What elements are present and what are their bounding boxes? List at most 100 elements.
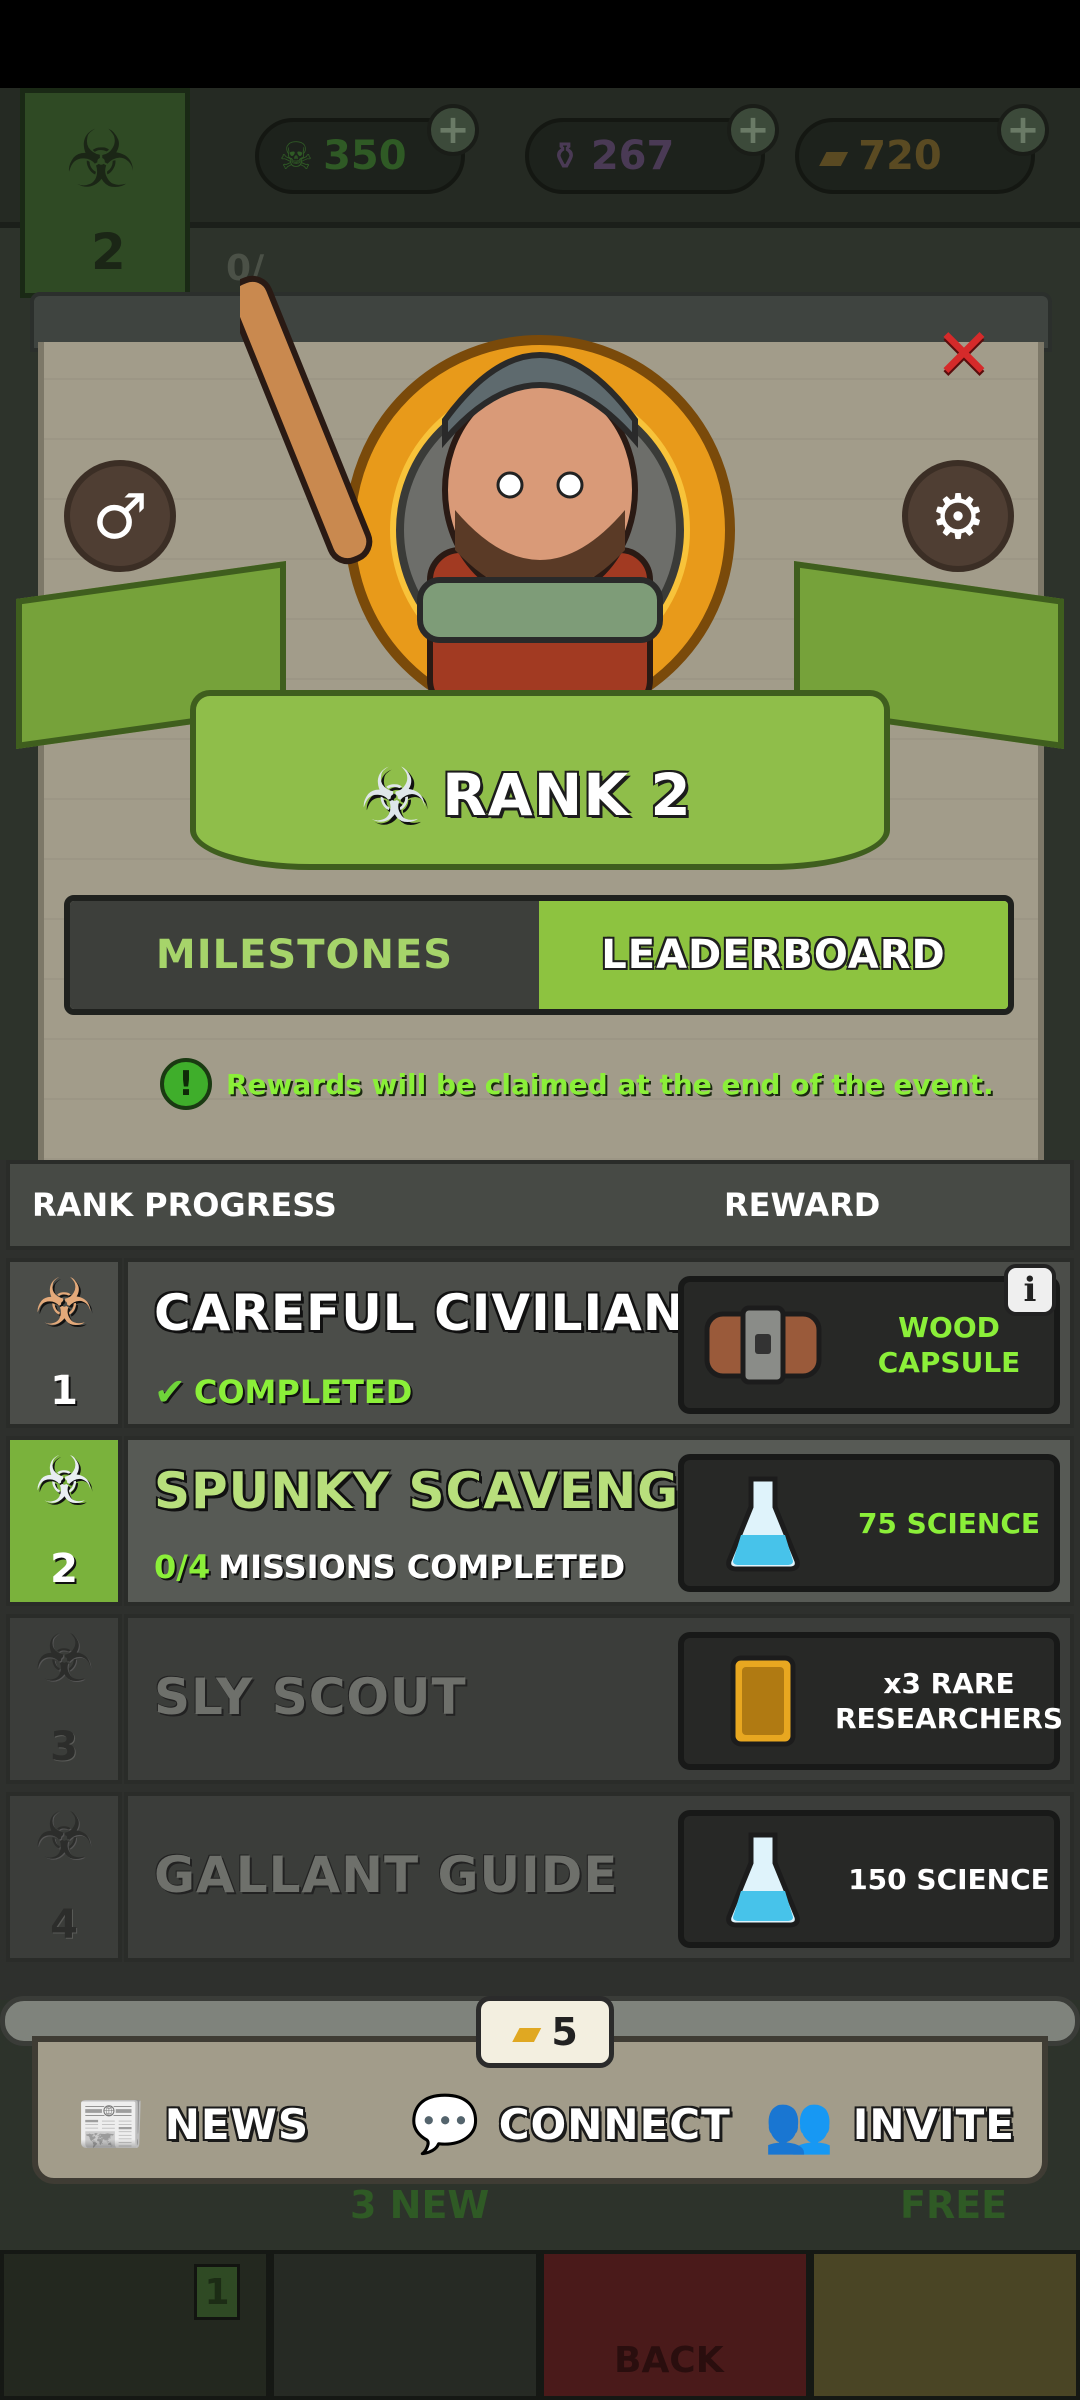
rank-number: 1: [50, 1368, 78, 1414]
gold-bar-icon: ▰: [819, 134, 849, 178]
rank-number: 2: [50, 1546, 78, 1592]
add-gold-button[interactable]: +: [997, 104, 1049, 156]
news-label: NEWS: [164, 2099, 310, 2149]
close-button[interactable]: ✕: [930, 313, 998, 395]
reward-card[interactable]: 75 SCIENCE: [678, 1454, 1060, 1592]
flask-graphic: [726, 1832, 800, 1928]
character-portrait: [240, 275, 735, 720]
bg-tab-flag: 1: [0, 2250, 270, 2400]
tab-leaderboard[interactable]: LEADERBOARD: [539, 901, 1008, 1009]
header-rank-progress: RANK PROGRESS: [32, 1186, 337, 1224]
bottom-social-bar: ▰ 5 📰 NEWS 💬 CONNECT 👥 INVITE: [0, 1996, 1080, 2196]
potion-icon: ⚱: [549, 134, 581, 178]
rank-info-cell: GALLANT GUIDE 150 SCIENCE: [124, 1792, 1074, 1962]
newspaper-icon: 📰: [76, 2092, 147, 2157]
skull-icon: ☠: [279, 134, 314, 178]
gender-button[interactable]: ♂: [64, 460, 176, 572]
rank-status: 0/4 MISSIONS COMPLETED: [154, 1548, 625, 1586]
biohazard-icon: ☣: [65, 113, 137, 206]
add-potions-button[interactable]: +: [727, 104, 779, 156]
reward-card[interactable]: 150 SCIENCE: [678, 1810, 1060, 1948]
science-flask-icon: [698, 1824, 828, 1934]
reward-line-1: WOOD: [898, 1311, 1000, 1344]
reward-line-2: RESEARCHERS: [834, 1702, 1064, 1735]
potion-resource: ⚱ 267 +: [525, 104, 779, 194]
progress-text: MISSIONS COMPLETED: [218, 1548, 626, 1586]
table-row: ☣ 2 SPUNKY SCAVENGER 0/4 MISSIONS COMPLE…: [6, 1436, 1074, 1606]
rewards-notice: ! Rewards will be claimed at the end of …: [160, 1058, 994, 1110]
flag-badge: 1: [194, 2264, 240, 2320]
reward-line-2: CAPSULE: [877, 1346, 1021, 1379]
rank-status: ✔ COMPLETED: [154, 1370, 412, 1414]
side-rank-number: 2: [91, 223, 126, 281]
gold-ticket-icon: ▰: [512, 2010, 542, 2054]
rank-progress-table: RANK PROGRESS REWARD ☣ 1 CAREFUL CIVILIA…: [0, 1160, 1080, 2000]
male-symbol-icon: ♂: [92, 479, 148, 553]
rank-title-text: RANK 2: [442, 761, 692, 829]
tab-milestones[interactable]: MILESTONES: [70, 901, 539, 1009]
table-row: ☣ 3 SLY SCOUT x3 RARE RESEARCHERS: [6, 1614, 1074, 1784]
capsule-graphic: [704, 1305, 822, 1385]
reward-label: 150 SCIENCE: [848, 1862, 1050, 1896]
flask-graphic: [726, 1476, 800, 1572]
close-icon: ✕: [934, 313, 994, 395]
bg-tab-back: BACK: [540, 2250, 810, 2400]
skull-count: 350: [323, 133, 407, 179]
reward-label: 75 SCIENCE: [857, 1506, 1041, 1540]
header-reward: REWARD: [724, 1186, 881, 1224]
progress-count: 0/4: [154, 1548, 211, 1586]
biohazard-locked-icon: ☣: [34, 1798, 94, 1875]
right-eye: [556, 471, 584, 499]
rank-number: 3: [50, 1724, 78, 1770]
connect-button[interactable]: 💬 CONNECT: [410, 2082, 731, 2166]
rank-name: GALLANT GUIDE: [154, 1846, 619, 1904]
ticket-counter: ▰ 5: [476, 1996, 614, 2068]
rank-cell: ☣ 3: [6, 1614, 122, 1784]
reward-card[interactable]: x3 RARE RESEARCHERS: [678, 1632, 1064, 1770]
table-row: ☣ 1 CAREFUL CIVILIAN ✔ COMPLETED WOOD CAP…: [6, 1258, 1074, 1428]
info-button[interactable]: i: [1004, 1264, 1056, 1316]
settings-button[interactable]: ⚙: [902, 460, 1014, 572]
exclamation-icon: !: [160, 1058, 212, 1110]
users-icon: 👥: [764, 2092, 835, 2157]
news-button[interactable]: 📰 NEWS: [76, 2082, 309, 2166]
card-graphic: [730, 1655, 796, 1747]
biohazard-silver-icon: ☣: [34, 1442, 94, 1519]
science-flask-icon: [698, 1468, 828, 1578]
bg-tab-cards: [270, 2250, 540, 2400]
connect-label: CONNECT: [498, 2099, 731, 2149]
invite-label: INVITE: [852, 2099, 1015, 2149]
info-icon: i: [1023, 1270, 1037, 1310]
wood-capsule-icon: [698, 1290, 828, 1400]
rank-number: 4: [50, 1902, 78, 1948]
background-bottom-nav: 1 BACK: [0, 2250, 1080, 2400]
rank-name: SPUNKY SCAVENGER: [154, 1462, 754, 1520]
rank-cell: ☣ 2: [6, 1436, 122, 1606]
rank-name: CAREFUL CIVILIAN: [154, 1284, 686, 1342]
rank-info-cell: SPUNKY SCAVENGER 0/4 MISSIONS COMPLETED …: [124, 1436, 1074, 1606]
ticket-count: 5: [551, 2010, 578, 2054]
add-skulls-button[interactable]: +: [427, 104, 479, 156]
rank-cell: ☣ 4: [6, 1792, 122, 1962]
gold-resource: ▰ 720 +: [795, 104, 1049, 194]
rewards-notice-text: Rewards will be claimed at the end of th…: [226, 1067, 994, 1101]
gear-icon: ⚙: [930, 479, 986, 553]
invite-button[interactable]: 👥 INVITE: [764, 2082, 1015, 2166]
bg-tab-chest: [810, 2250, 1080, 2400]
rank-cell: ☣ 1: [6, 1258, 122, 1428]
checkmark-icon: ✔: [154, 1370, 186, 1414]
biohazard-bronze-icon: ☣: [34, 1264, 94, 1341]
reward-card[interactable]: WOOD CAPSULE: [678, 1276, 1060, 1414]
table-header: RANK PROGRESS REWARD: [6, 1160, 1074, 1250]
left-eye: [496, 471, 524, 499]
researcher-card-icon: [698, 1646, 828, 1756]
reward-line-1: x3 RARE: [883, 1667, 1015, 1700]
rank-info-cell: CAREFUL CIVILIAN ✔ COMPLETED WOOD CAPSULE: [124, 1258, 1074, 1428]
chat-bubbles-icon: 💬: [410, 2092, 481, 2157]
completed-label: COMPLETED: [193, 1373, 413, 1411]
rank-side-panel: ☣ 2: [20, 88, 190, 298]
skull-resource: ☠ 350 +: [255, 104, 479, 194]
tab-switcher: MILESTONES LEADERBOARD: [64, 895, 1014, 1015]
potion-count: 267: [590, 133, 675, 179]
rank-info-cell: SLY SCOUT x3 RARE RESEARCHERS: [124, 1614, 1074, 1784]
